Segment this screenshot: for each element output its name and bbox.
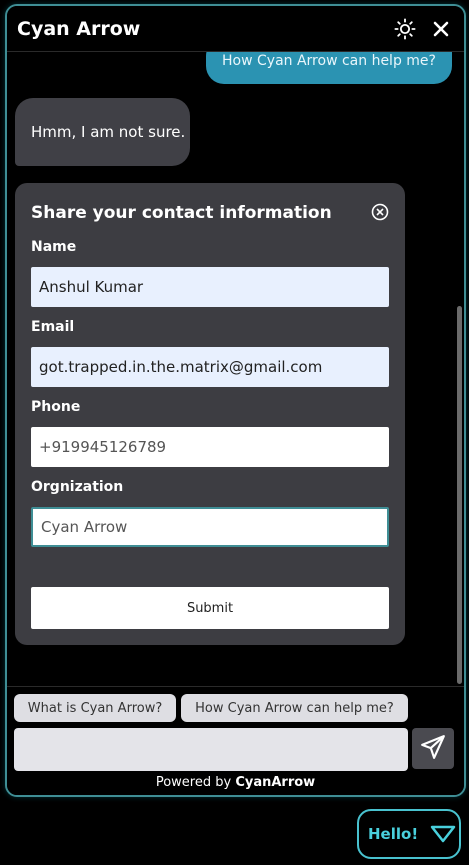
name-field[interactable] xyxy=(31,267,389,307)
send-button[interactable] xyxy=(412,728,454,769)
launcher-button[interactable]: Hello! xyxy=(357,809,461,859)
send-icon xyxy=(420,734,446,764)
suggestion-chip-what-is[interactable]: What is Cyan Arrow? xyxy=(14,694,176,722)
name-label: Name xyxy=(31,239,77,255)
submit-button[interactable]: Submit xyxy=(31,587,389,629)
chat-header: Cyan Arrow xyxy=(7,6,464,52)
close-circle-icon[interactable] xyxy=(371,203,389,221)
email-label: Email xyxy=(31,319,75,335)
user-message: How Cyan Arrow can help me? xyxy=(206,52,452,84)
form-title: Share your contact information xyxy=(31,203,332,223)
launcher-label: Hello! xyxy=(368,825,419,843)
close-icon[interactable] xyxy=(428,16,454,42)
bot-message: Hmm, I am not sure. xyxy=(15,98,190,166)
composer-area: What is Cyan Arrow? How Cyan Arrow can h… xyxy=(7,686,464,795)
sun-icon[interactable] xyxy=(392,16,418,42)
organization-label: Orgnization xyxy=(31,479,124,495)
email-field[interactable] xyxy=(31,347,389,387)
brand-link[interactable]: CyanArrow xyxy=(235,775,315,790)
powered-by-label: Powered by xyxy=(155,775,232,790)
chat-widget: Cyan Arrow How Cyan Arrow can help me? H… xyxy=(5,4,466,797)
message-input[interactable] xyxy=(14,728,408,771)
scrollbar[interactable] xyxy=(457,306,462,684)
triangle-down-icon xyxy=(430,825,456,843)
powered-by: Powered by CyanArrow xyxy=(7,775,464,790)
phone-label: Phone xyxy=(31,399,81,415)
message-list[interactable]: How Cyan Arrow can help me? Hmm, I am no… xyxy=(7,52,456,686)
phone-field[interactable] xyxy=(31,427,389,467)
contact-form: Share your contact information Name Emai… xyxy=(15,183,405,645)
suggestion-chip-how-help[interactable]: How Cyan Arrow can help me? xyxy=(181,694,408,722)
chat-title: Cyan Arrow xyxy=(17,17,141,40)
organization-field[interactable] xyxy=(31,507,389,547)
